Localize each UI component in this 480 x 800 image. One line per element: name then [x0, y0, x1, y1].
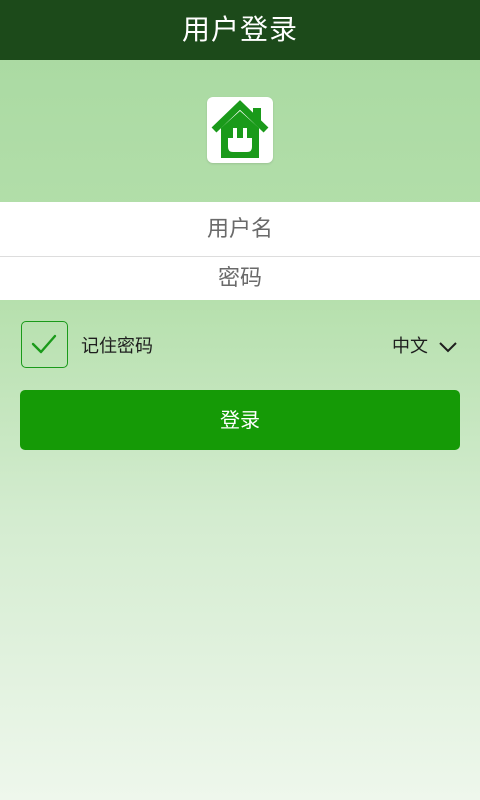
app-logo [207, 97, 273, 163]
checkmark-icon [31, 334, 57, 354]
title-bar: 用户登录 [0, 0, 480, 60]
password-input[interactable] [0, 257, 480, 300]
login-button[interactable]: 登录 [20, 390, 460, 450]
login-form [0, 202, 480, 300]
language-select[interactable]: 中文 [392, 334, 458, 360]
language-label: 中文 [392, 336, 428, 357]
username-input[interactable] [0, 202, 480, 256]
chevron-down-icon [439, 342, 457, 353]
remember-password-label[interactable]: 记住密码 [81, 334, 153, 360]
remember-password-checkbox[interactable] [21, 321, 68, 368]
house-plug-icon [211, 100, 269, 158]
page-title: 用户登录 [181, 13, 298, 46]
